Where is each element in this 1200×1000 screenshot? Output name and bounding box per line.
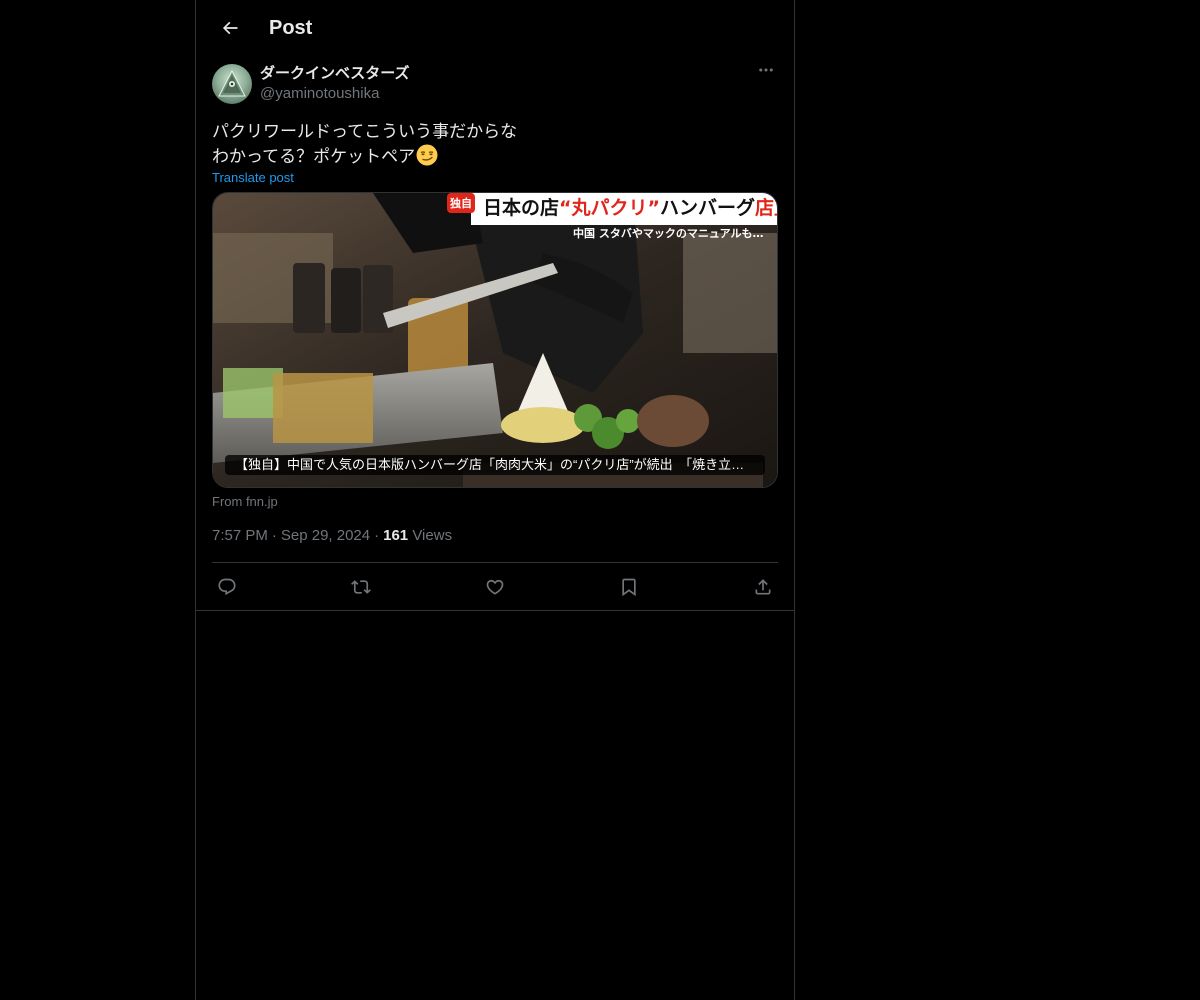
link-card-media[interactable]: 独自 日本の店“丸パクリ”ハンバーグ店直撃 中国 スタバやマックのマニュアルも…… xyxy=(212,192,778,488)
post-date[interactable]: Sep 29, 2024 xyxy=(281,527,370,544)
bookmark-button[interactable] xyxy=(614,572,644,602)
post-text-line-2: わかってる？ポケットペア xyxy=(212,147,416,166)
views-count: 161 xyxy=(383,527,409,544)
post-author: ダークインベスターズ @yaminotoushika xyxy=(212,56,778,104)
share-button[interactable] xyxy=(748,572,778,602)
link-source[interactable]: From fnn.jp xyxy=(212,494,778,509)
eye-pyramid-icon xyxy=(218,69,246,97)
media-caption: 【独自】中国で人気の日本版ハンバーグ店「肉肉大米」の“パクリ店”が続出 「焼き立… xyxy=(225,455,765,475)
reply-icon xyxy=(218,578,236,595)
repost-icon xyxy=(351,579,371,594)
video-thumbnail: 独自 日本の店“丸パクリ”ハンバーグ店直撃 中国 スタバやマックのマニュアルも… xyxy=(213,193,778,487)
media-overlay-badge: 独自 xyxy=(449,196,472,210)
avatar[interactable] xyxy=(212,64,252,104)
more-horizontal-icon xyxy=(759,68,773,72)
meta-separator: · xyxy=(271,527,277,544)
author-display-name[interactable]: ダークインベスターズ xyxy=(260,64,410,84)
meta-separator: · xyxy=(374,527,380,544)
arrow-left-icon xyxy=(222,21,238,35)
like-button[interactable] xyxy=(480,572,510,602)
author-handle[interactable]: @yaminotoushika xyxy=(260,84,410,104)
smirking-face-emoji xyxy=(416,144,438,166)
reply-button[interactable] xyxy=(212,572,242,602)
post-meta: 7:57 PM · Sep 29, 2024 · 161 Views xyxy=(212,526,778,563)
page-header: Post xyxy=(196,0,794,56)
post-time[interactable]: 7:57 PM xyxy=(212,527,268,544)
bookmark-icon xyxy=(622,578,636,596)
post: ダークインベスターズ @yaminotoushika パクリワールドってこういう… xyxy=(196,56,794,611)
page-title: Post xyxy=(269,16,313,39)
post-text-line-1: パクリワールドってこういう事だからな xyxy=(212,122,518,141)
post-text: パクリワールドってこういう事だからな わかってる？ポケットペア xyxy=(212,120,778,169)
post-actions xyxy=(196,563,794,611)
repost-button[interactable] xyxy=(346,572,376,602)
more-options-button[interactable] xyxy=(754,58,778,82)
back-button[interactable] xyxy=(212,10,248,46)
heart-icon xyxy=(486,579,504,595)
main-column: Post ダークインベスターズ @yaminotoushika パクリワールドっ… xyxy=(195,0,795,1000)
translate-post-link[interactable]: Translate post xyxy=(212,170,294,185)
media-overlay-headline: 日本の店“丸パクリ”ハンバーグ店直撃 xyxy=(483,196,778,219)
share-icon xyxy=(755,578,771,594)
views-label: Views xyxy=(412,527,453,544)
media-overlay-subtitle: 中国 スタバやマックのマニュアルも… xyxy=(573,226,764,240)
